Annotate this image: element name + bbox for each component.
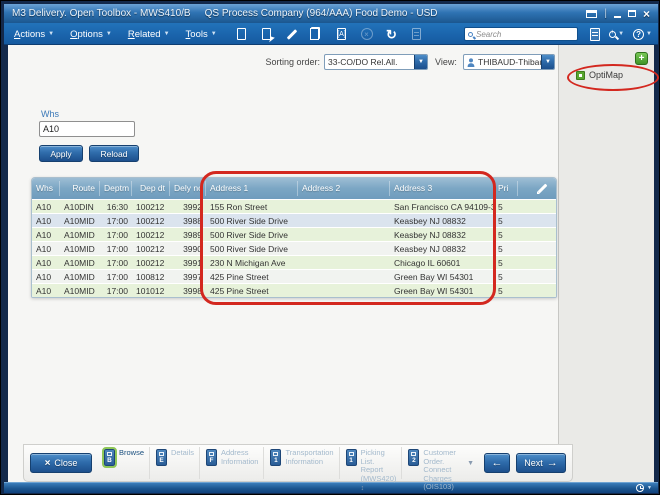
content-area: + OptiMap Sorting order: 33-CO/DO Rel.Al… [8,45,654,482]
delete-icon: × [359,27,374,42]
key-badge-icon: 1 [270,449,281,466]
optimap-shortcut[interactable]: OptiMap [576,70,623,80]
document-icon [409,27,424,42]
help-icon: ? [633,29,644,40]
person-icon [467,58,475,67]
table-row[interactable]: A10 A10MID 17:00 100212 3990 500 River S… [32,241,556,255]
column-header[interactable]: Dep dt [132,181,170,196]
column-header[interactable]: Deptm [100,181,132,196]
view-document-icon[interactable]: [A] [334,27,349,42]
window-subtitle: QS Process Company (964/AAA) Food Demo -… [205,8,438,19]
function-button[interactable]: 1 Picking List. Report (MWS420) [339,447,402,479]
column-header[interactable]: Dely no [170,181,206,196]
menu[interactable]: Related▼ [128,29,170,40]
search-icon [468,32,473,37]
function-button[interactable]: F Address Information [199,447,264,479]
chevron-down-icon: ▼ [106,31,112,37]
key-badge-icon: F [206,449,217,466]
column-header[interactable]: Address 2 [298,181,390,196]
sorting-order-dropdown[interactable]: 33-CO/DO Rel.All. ▼ [324,54,428,70]
close-button[interactable]: × Close [30,453,92,473]
maximize-icon[interactable] [628,10,636,17]
edit-icon[interactable] [284,27,299,42]
column-header[interactable]: Whs [32,181,60,196]
table-row[interactable]: A10 A10MID 17:00 100212 3988 500 River S… [32,213,556,227]
open-record-icon[interactable] [259,27,274,42]
popout-window-icon[interactable] [586,10,597,18]
statusbar: ▼ [4,482,658,493]
chevron-down-icon: ▼ [164,31,170,37]
chevron-down-icon: ▼ [647,485,652,491]
previous-panel-button[interactable]: ← [484,453,510,473]
zoom-control[interactable]: ▼ [609,31,624,38]
titlebar: M3 Delivery. Open Toolbox - MWS410/B QS … [4,4,658,23]
zoom-icon [609,31,616,38]
table-header: WhsRouteDeptmDep dtDely noAddress 1Addre… [32,178,556,199]
chevron-down-icon: ▼ [48,31,54,37]
chevron-down-icon: ▼ [618,31,624,37]
notes-icon[interactable] [590,28,600,41]
menu[interactable]: Options▼ [70,29,112,40]
bottom-toolbar: × Close B Browse E Details [23,444,573,482]
copy-icon[interactable] [309,27,324,42]
application-window: M3 Delivery. Open Toolbox - MWS410/B QS … [0,0,660,495]
reload-button[interactable]: Reload [89,145,139,162]
key-badge-icon: 2 [408,449,419,466]
toolbar-overflow-icon[interactable]: ▼ [467,460,474,467]
chevron-down-icon[interactable]: ▼ [541,55,554,69]
sorting-order-label: Sorting order: [236,57,320,67]
apply-button[interactable]: Apply [39,145,83,162]
arrow-left-icon: ← [492,458,503,469]
titlebar-separator: | [604,8,607,19]
function-button[interactable]: E Details [149,447,199,479]
key-badge-icon: B [104,449,115,466]
table-row[interactable]: A10 A10MID 17:00 101012 3998 425 Pine St… [32,283,556,297]
side-panel: + OptiMap [558,45,654,482]
column-header[interactable]: Route [60,181,100,196]
function-button[interactable]: B Browse [98,447,149,479]
close-x-icon: × [45,458,51,469]
whs-input[interactable] [39,121,135,137]
chevron-down-icon[interactable]: ▼ [414,55,427,69]
view-label: View: [435,57,457,67]
view-dropdown[interactable]: THIBAUD-Thibaud ▼ [463,54,555,70]
column-header[interactable]: Pri [494,181,518,196]
function-button[interactable]: 2 Customer Order. Connect Charges (OIS10… [401,447,461,479]
column-header[interactable]: Address 1 [206,181,298,196]
edit-pencil-icon[interactable] [536,181,550,195]
minimize-icon[interactable] [614,16,621,18]
optimap-icon [576,71,585,80]
menu-list: Actions▼ Options▼ Related▼ Tools▼ [14,23,217,45]
chevron-down-icon: ▼ [646,31,652,37]
search-input[interactable] [476,30,574,39]
key-badge-icon: E [156,449,167,466]
menu[interactable]: Tools▼ [186,29,217,40]
help-control[interactable]: ?▼ [633,29,652,40]
refresh-icon[interactable]: ↻ [384,27,399,42]
table-row[interactable]: A10 A10MID 17:00 100212 3991 230 N Michi… [32,255,556,269]
table-row[interactable]: A10 A10MID 17:00 100212 3989 500 River S… [32,227,556,241]
whs-label: Whs [41,109,59,119]
delivery-table: WhsRouteDeptmDep dtDely noAddress 1Addre… [31,177,557,298]
menu[interactable]: Actions▼ [14,29,54,40]
new-document-icon[interactable] [234,27,249,42]
clock-icon[interactable] [636,484,644,492]
column-header[interactable]: Address 3 [390,181,494,196]
close-window-icon[interactable]: × [643,9,650,19]
window-title: M3 Delivery. Open Toolbox - MWS410/B [12,8,191,19]
arrow-right-icon: → [547,458,558,469]
table-body: A10 A10DIN 16:30 100212 3992 155 Ron Str… [32,199,556,297]
add-shortcut-icon[interactable]: + [635,52,648,65]
search-box [464,27,578,41]
function-key-buttons: B Browse E Details F [98,447,461,479]
chevron-down-icon: ▼ [211,31,217,37]
table-row[interactable]: A10 A10DIN 16:30 100212 3992 155 Ron Str… [32,199,556,213]
function-button[interactable]: 1 Transportation Information [263,447,338,479]
next-button[interactable]: Next → [516,453,566,473]
table-row[interactable]: A10 A10MID 17:00 100812 3997 425 Pine St… [32,269,556,283]
menubar: Actions▼ Options▼ Related▼ Tools▼ [A] × … [4,23,658,45]
key-badge-icon: 1 [346,449,357,466]
